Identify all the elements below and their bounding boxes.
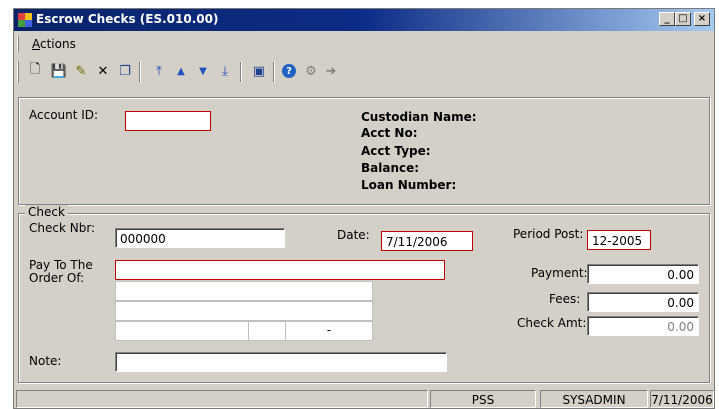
status-pane-company: PSS (430, 390, 536, 408)
menu-bar: Actions (14, 33, 714, 55)
window-title: Escrow Checks (ES.010.00) (36, 12, 219, 26)
account-id-input[interactable] (125, 111, 211, 131)
close-icon: × (697, 13, 707, 24)
edit-icon[interactable]: ✎ (72, 62, 90, 80)
minimize-button[interactable]: _ (659, 12, 675, 26)
toolbar: 🗋 💾 ✎ ✕ ❐ ⤒ ▲ ▼ ⤓ ▣ ? ⚙ ➜ (14, 57, 714, 87)
payment-input[interactable]: 0.00 (587, 264, 699, 284)
toolbar-grip (17, 61, 19, 83)
check-nbr-input[interactable]: 000000 (115, 228, 285, 248)
toolbar-separator (273, 62, 275, 82)
address-line2-input[interactable] (115, 301, 373, 321)
custodian-name-label: Custodian Name: (361, 110, 477, 124)
title-bar: Escrow Checks (ES.010.00) _ □ × (14, 9, 714, 31)
toolbar-separator (139, 62, 141, 82)
acct-type-label: Acct Type: (361, 144, 431, 158)
exit-icon[interactable]: ➜ (322, 62, 340, 80)
pay-to-label-line1: Pay To The (29, 258, 93, 272)
address-state-input[interactable] (248, 321, 286, 341)
pay-to-name-input[interactable] (115, 260, 445, 280)
app-icon (18, 13, 32, 27)
check-group: Check Check Nbr: 000000 Date: 7/11/2006 … (18, 205, 710, 383)
payment-label: Payment: (531, 266, 588, 280)
address-zip-input[interactable]: - (285, 321, 373, 341)
account-panel: Account ID: Custodian Name: Acct No: Acc… (18, 97, 710, 205)
balance-label: Balance: (361, 161, 420, 175)
status-pane-date: 7/11/2006 (650, 390, 714, 408)
address-line1-input[interactable] (115, 281, 373, 301)
minimize-icon: _ (664, 13, 670, 24)
copy-icon[interactable]: ❐ (116, 62, 134, 80)
maximize-button[interactable]: □ (675, 12, 691, 26)
escrow-checks-window: Escrow Checks (ES.010.00) _ □ × Actions … (13, 8, 715, 409)
fees-input[interactable]: 0.00 (587, 292, 699, 312)
status-bar: PSS SYSADMIN 7/11/2006 (14, 389, 714, 409)
check-group-label: Check (25, 205, 68, 219)
check-amt-label: Check Amt: (517, 316, 587, 330)
menu-grip (17, 36, 19, 52)
account-id-label: Account ID: (29, 108, 99, 122)
status-pane-message (16, 390, 428, 408)
pay-to-label-line2: Order Of: (29, 271, 85, 285)
save-icon[interactable]: 💾 (50, 62, 68, 80)
status-pane-user: SYSADMIN (540, 390, 648, 408)
check-nbr-label: Check Nbr: (29, 221, 96, 235)
acct-no-label: Acct No: (361, 126, 418, 140)
new-icon[interactable]: 🗋 (26, 62, 44, 80)
fees-label: Fees: (549, 292, 581, 306)
first-record-icon[interactable]: ⤒ (150, 62, 168, 80)
period-post-label: Period Post: (513, 227, 584, 241)
date-label: Date: (337, 228, 370, 242)
check-amt-field: 0.00 (587, 316, 699, 336)
maximize-icon: □ (678, 13, 688, 24)
next-record-icon[interactable]: ▼ (194, 62, 212, 80)
form-icon[interactable]: ▣ (250, 62, 268, 80)
close-button[interactable]: × (694, 12, 710, 26)
period-post-input[interactable]: 12-2005 (587, 230, 651, 250)
tools-icon[interactable]: ⚙ (302, 62, 320, 80)
note-input[interactable] (115, 352, 447, 372)
note-label: Note: (29, 354, 62, 368)
date-input[interactable]: 7/11/2006 (381, 231, 473, 251)
address-city-input[interactable] (115, 321, 249, 341)
toolbar-separator (240, 62, 242, 82)
delete-icon[interactable]: ✕ (94, 62, 112, 80)
help-icon[interactable]: ? (282, 64, 296, 78)
loan-number-label: Loan Number: (361, 178, 457, 192)
menu-actions[interactable]: Actions (32, 37, 76, 51)
last-record-icon[interactable]: ⤓ (216, 62, 234, 80)
previous-record-icon[interactable]: ▲ (172, 62, 190, 80)
